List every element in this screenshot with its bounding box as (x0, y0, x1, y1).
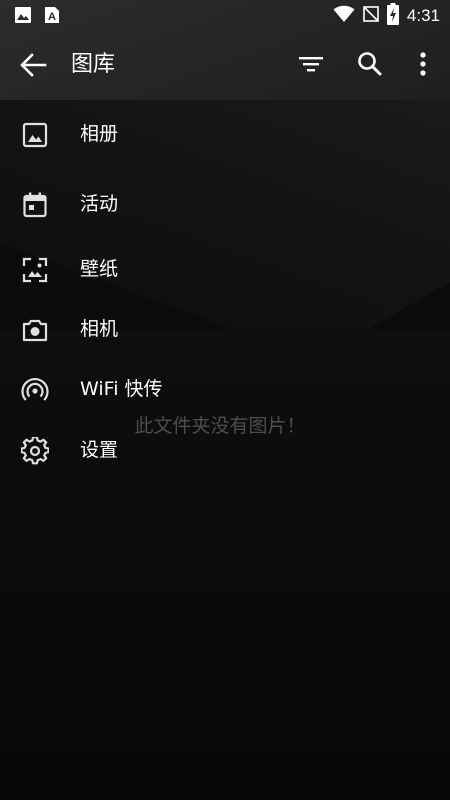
status-system: 4:31 (333, 3, 440, 29)
wifi-transfer-icon (21, 376, 49, 404)
status-bar: A 4:31 (0, 0, 450, 30)
back-arrow-icon[interactable] (18, 50, 48, 80)
menu-item-label: 相机 (80, 318, 119, 340)
page-title: 图库 (71, 52, 116, 77)
menu-item-label: 活动 (80, 193, 119, 215)
menu-item-label: 设置 (80, 439, 119, 461)
status-time: 4:31 (406, 6, 440, 25)
menu-item-album[interactable]: 相册 (0, 106, 450, 162)
calendar-icon (21, 191, 49, 219)
empty-folder-message: 此文件夹没有图片！ (134, 415, 306, 437)
menu-item-events[interactable]: 活动 (0, 176, 450, 232)
settings-gear-icon (20, 436, 50, 465)
menu-item-label: 相册 (80, 123, 119, 145)
status-notifications: A (14, 6, 60, 28)
no-signal-icon (363, 5, 379, 27)
menu-item-wallpaper[interactable]: 壁纸 (0, 241, 450, 297)
menu-item-label: WiFi 快传 (80, 378, 163, 400)
menu-item-camera[interactable]: 相机 (0, 301, 450, 357)
text-a-icon: A (44, 6, 60, 28)
photo-album-icon (21, 121, 49, 149)
battery-charging-icon (386, 3, 399, 29)
svg-text:A: A (48, 11, 56, 23)
menu-item-label: 壁纸 (80, 258, 119, 280)
gallery-screen: A 4:31 图库 相册 活动 壁纸 相机 WiFi 快传 设置 此文件夹没有图… (0, 0, 450, 800)
filter-icon[interactable] (297, 50, 325, 78)
menu-item-wifi-transfer[interactable]: WiFi 快传 (0, 361, 450, 417)
toolbar: 图库 (0, 30, 450, 100)
wallpaper-icon (21, 256, 49, 284)
wifi-icon (333, 5, 355, 27)
more-vert-icon[interactable] (409, 50, 437, 78)
image-icon (14, 6, 32, 28)
camera-icon (21, 316, 49, 344)
search-icon[interactable] (356, 50, 384, 78)
